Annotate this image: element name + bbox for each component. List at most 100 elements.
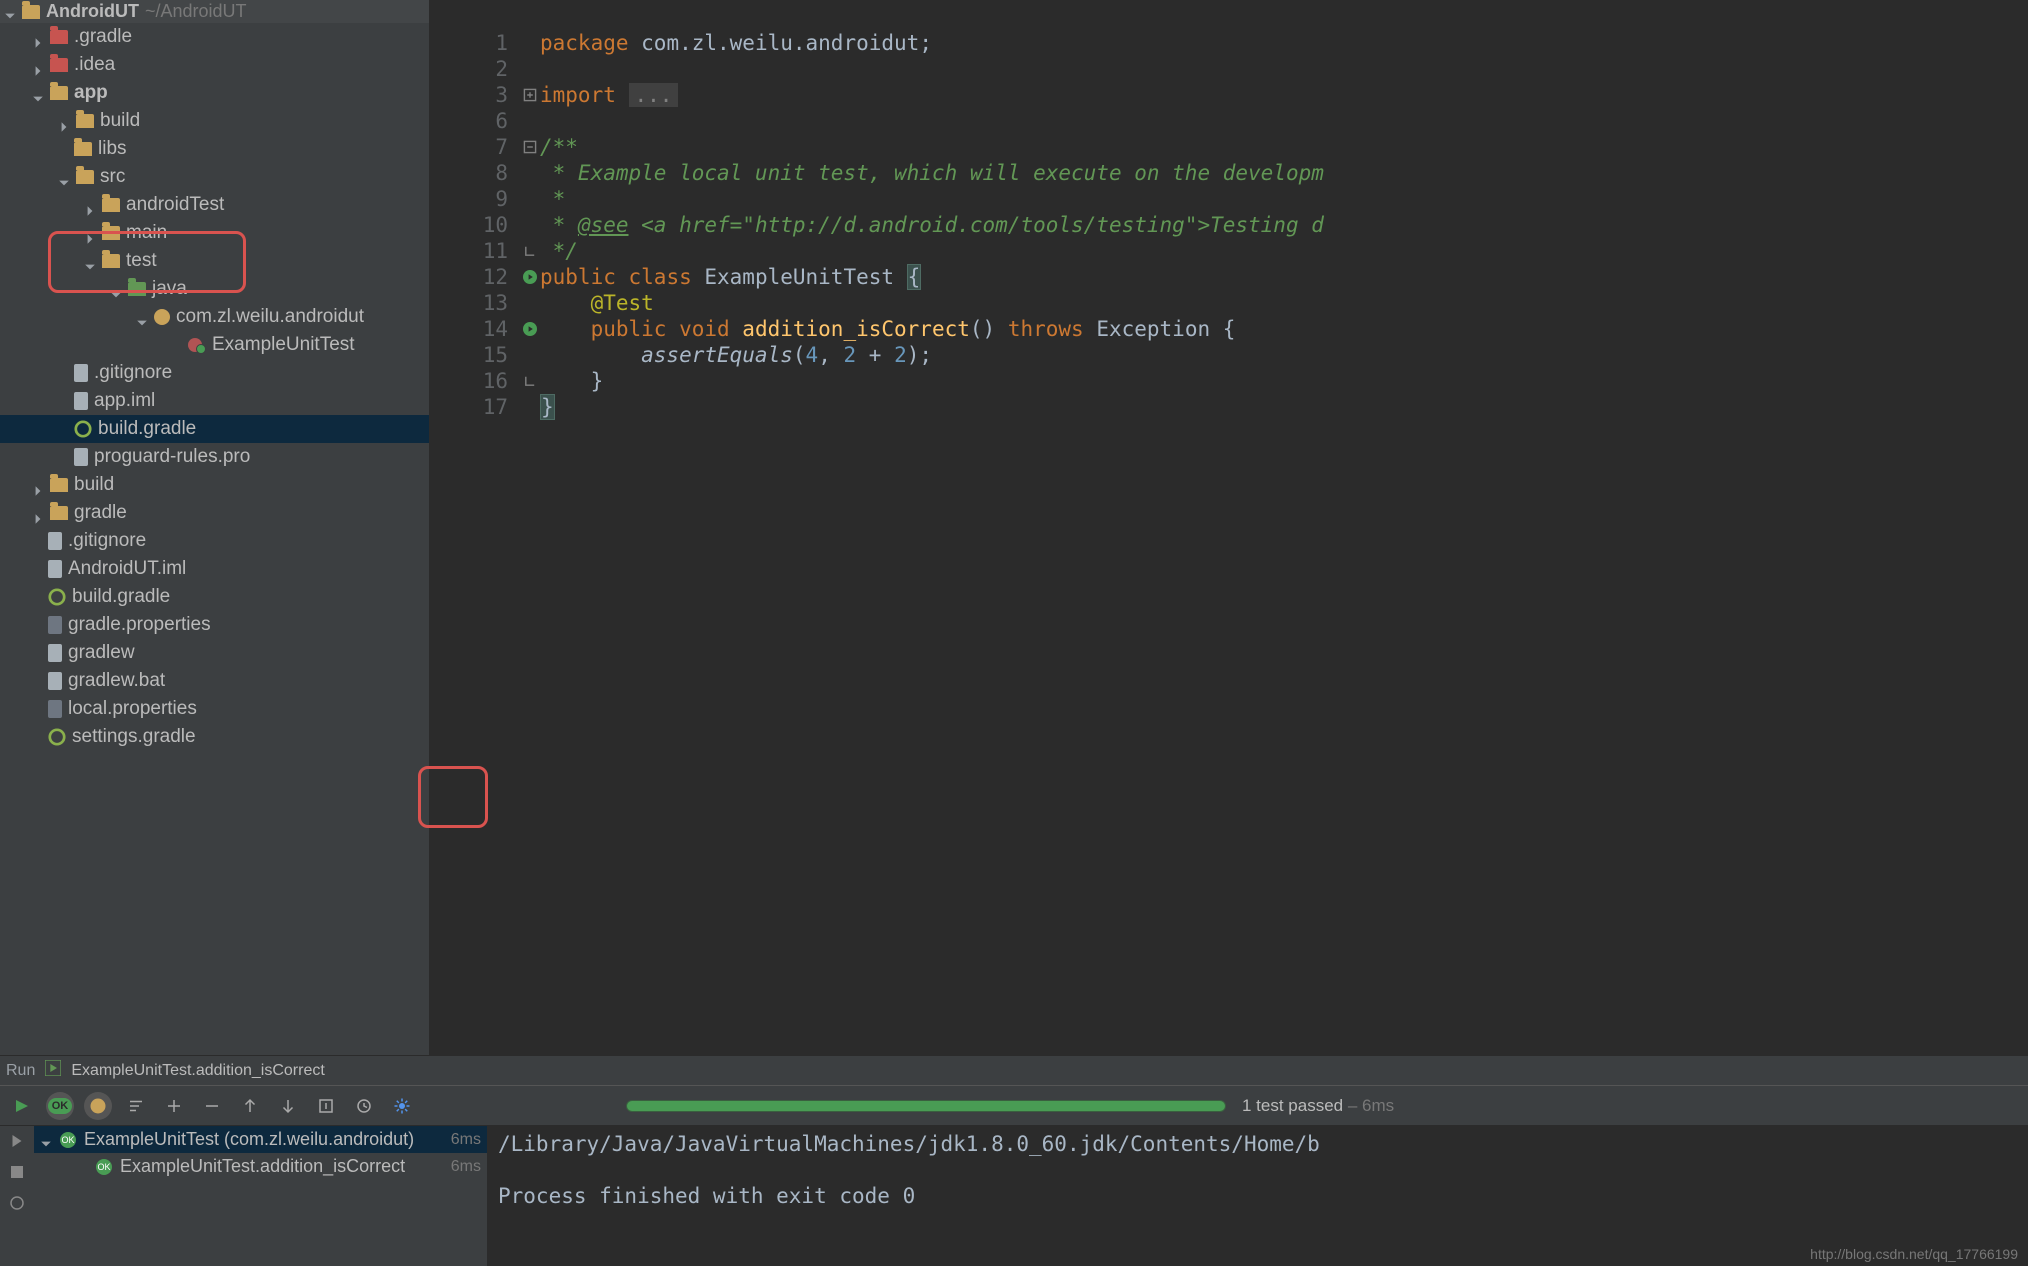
run-tab-label[interactable]: Run xyxy=(6,1062,35,1080)
tree-item-app[interactable]: app xyxy=(0,79,429,107)
tree-label: java xyxy=(152,276,187,302)
tree-item-gradle[interactable]: .gradle xyxy=(0,23,429,51)
tree-item-main[interactable]: main xyxy=(0,219,429,247)
file-icon xyxy=(74,448,88,466)
run-config-icon xyxy=(45,1060,61,1081)
test-row-root[interactable]: OK ExampleUnitTest (com.zl.weilu.android… xyxy=(34,1126,487,1153)
tree-item-gradlew[interactable]: gradlew xyxy=(0,639,429,667)
tree-label: gradlew xyxy=(68,640,135,666)
tree-label: proguard-rules.pro xyxy=(94,444,250,470)
project-path: ~/AndroidUT xyxy=(145,1,247,22)
tree-label: androidTest xyxy=(126,192,224,218)
test-name: ExampleUnitTest (com.zl.weilu.androidut) xyxy=(84,1129,443,1150)
test-summary: 1 test passed – 6ms xyxy=(1242,1096,1394,1116)
tree-label: build xyxy=(100,108,140,134)
export-button[interactable] xyxy=(312,1092,340,1120)
tree-item-gitignore[interactable]: .gitignore xyxy=(0,359,429,387)
tree-item-android-iml[interactable]: AndroidUT.iml xyxy=(0,555,429,583)
run-left-gutter xyxy=(0,1126,34,1266)
gradle-icon xyxy=(74,420,92,438)
tree-item-root-build-gradle[interactable]: build.gradle xyxy=(0,583,429,611)
rerun-icon[interactable] xyxy=(8,1132,26,1155)
file-icon xyxy=(48,644,62,662)
gradle-icon xyxy=(48,588,66,606)
chevron-right-icon xyxy=(84,199,96,211)
tree-label: build.gradle xyxy=(72,584,170,610)
tree-item-app-iml[interactable]: app.iml xyxy=(0,387,429,415)
test-pass-icon: OK xyxy=(60,1132,76,1148)
test-row-child[interactable]: OK ExampleUnitTest.addition_isCorrect 6m… xyxy=(34,1153,487,1180)
folder-icon xyxy=(22,5,40,19)
tree-label: local.properties xyxy=(68,696,197,722)
tree-item-settings-gradle[interactable]: settings.gradle xyxy=(0,723,429,751)
properties-icon xyxy=(48,616,62,634)
run-gutter-icon[interactable] xyxy=(520,316,540,342)
tree-item-proguard[interactable]: proguard-rules.pro xyxy=(0,443,429,471)
code-editor[interactable]: 1 2 3 6 7 8 9 10 11 12 13 14 15 16 17 xyxy=(430,0,2028,1055)
chevron-right-icon xyxy=(84,227,96,239)
tree-label: gradlew.bat xyxy=(68,668,165,694)
tree-item-exampleunittest[interactable]: ExampleUnitTest xyxy=(0,331,429,359)
sort-button[interactable] xyxy=(122,1092,150,1120)
chevron-right-icon xyxy=(32,59,44,71)
tree-item-package[interactable]: com.zl.weilu.androidut xyxy=(0,303,429,331)
module-icon xyxy=(50,86,68,100)
run-gutter-icon[interactable] xyxy=(520,264,540,290)
file-icon xyxy=(74,364,88,382)
tree-item-app-src[interactable]: src xyxy=(0,163,429,191)
tree-item-gradle-dir[interactable]: gradle xyxy=(0,499,429,527)
properties-icon xyxy=(48,700,62,718)
rerun-button[interactable] xyxy=(8,1092,36,1120)
stop-icon[interactable] xyxy=(8,1163,26,1186)
settings-button[interactable] xyxy=(388,1092,416,1120)
expand-all-button[interactable] xyxy=(160,1092,188,1120)
tree-label: .gradle xyxy=(74,24,132,50)
fold-close-icon[interactable] xyxy=(520,238,540,264)
tree-label: build.gradle xyxy=(98,416,196,442)
fold-close-icon[interactable] xyxy=(520,368,540,394)
prev-test-button[interactable] xyxy=(236,1092,264,1120)
chevron-down-icon xyxy=(4,6,16,18)
tree-item-gradlew-bat[interactable]: gradlew.bat xyxy=(0,667,429,695)
tree-item-root-gitignore[interactable]: .gitignore xyxy=(0,527,429,555)
tree-item-app-libs[interactable]: libs xyxy=(0,135,429,163)
folder-icon xyxy=(102,198,120,212)
history-button[interactable] xyxy=(350,1092,378,1120)
line-number-gutter: 1 2 3 6 7 8 9 10 11 12 13 14 15 16 17 xyxy=(430,0,520,1055)
test-pass-icon: OK xyxy=(96,1159,112,1175)
chevron-down-icon xyxy=(110,283,122,295)
tree-item-gradle-properties[interactable]: gradle.properties xyxy=(0,611,429,639)
collapse-all-button[interactable] xyxy=(198,1092,226,1120)
tree-item-java[interactable]: java xyxy=(0,275,429,303)
folder-icon xyxy=(50,58,68,72)
chevron-down-icon xyxy=(32,87,44,99)
tree-item-idea[interactable]: .idea xyxy=(0,51,429,79)
tree-item-local-properties[interactable]: local.properties xyxy=(0,695,429,723)
tree-item-app-build[interactable]: build xyxy=(0,107,429,135)
project-tree[interactable]: AndroidUT ~/AndroidUT .gradle .idea app … xyxy=(0,0,430,1055)
fold-open-icon[interactable] xyxy=(520,134,540,160)
tree-label: app.iml xyxy=(94,388,155,414)
fold-icon[interactable] xyxy=(520,82,540,108)
console-line xyxy=(498,1158,2018,1184)
tree-item-test[interactable]: test xyxy=(0,247,429,275)
project-root[interactable]: AndroidUT ~/AndroidUT xyxy=(0,0,429,23)
run-config-name[interactable]: ExampleUnitTest.addition_isCorrect xyxy=(71,1062,324,1080)
console-output[interactable]: /Library/Java/JavaVirtualMachines/jdk1.8… xyxy=(488,1126,2028,1266)
chevron-right-icon xyxy=(32,31,44,43)
next-test-button[interactable] xyxy=(274,1092,302,1120)
tree-label: gradle xyxy=(74,500,127,526)
tree-label: ExampleUnitTest xyxy=(212,332,355,358)
tree-label: AndroidUT.iml xyxy=(68,556,186,582)
pin-icon[interactable] xyxy=(8,1194,26,1217)
folder-icon xyxy=(50,478,68,492)
tree-item-androidtest[interactable]: androidTest xyxy=(0,191,429,219)
folder-icon xyxy=(74,142,92,156)
code-content[interactable]: package com.zl.weilu.androidut; import .… xyxy=(540,0,1324,1055)
tree-item-build-gradle[interactable]: build.gradle xyxy=(0,415,429,443)
show-ignored-toggle[interactable] xyxy=(84,1092,112,1120)
test-tree[interactable]: OK ExampleUnitTest (com.zl.weilu.android… xyxy=(34,1126,488,1266)
test-time: 6ms xyxy=(451,1158,481,1176)
tree-item-build[interactable]: build xyxy=(0,471,429,499)
show-passed-toggle[interactable]: OK xyxy=(46,1092,74,1120)
